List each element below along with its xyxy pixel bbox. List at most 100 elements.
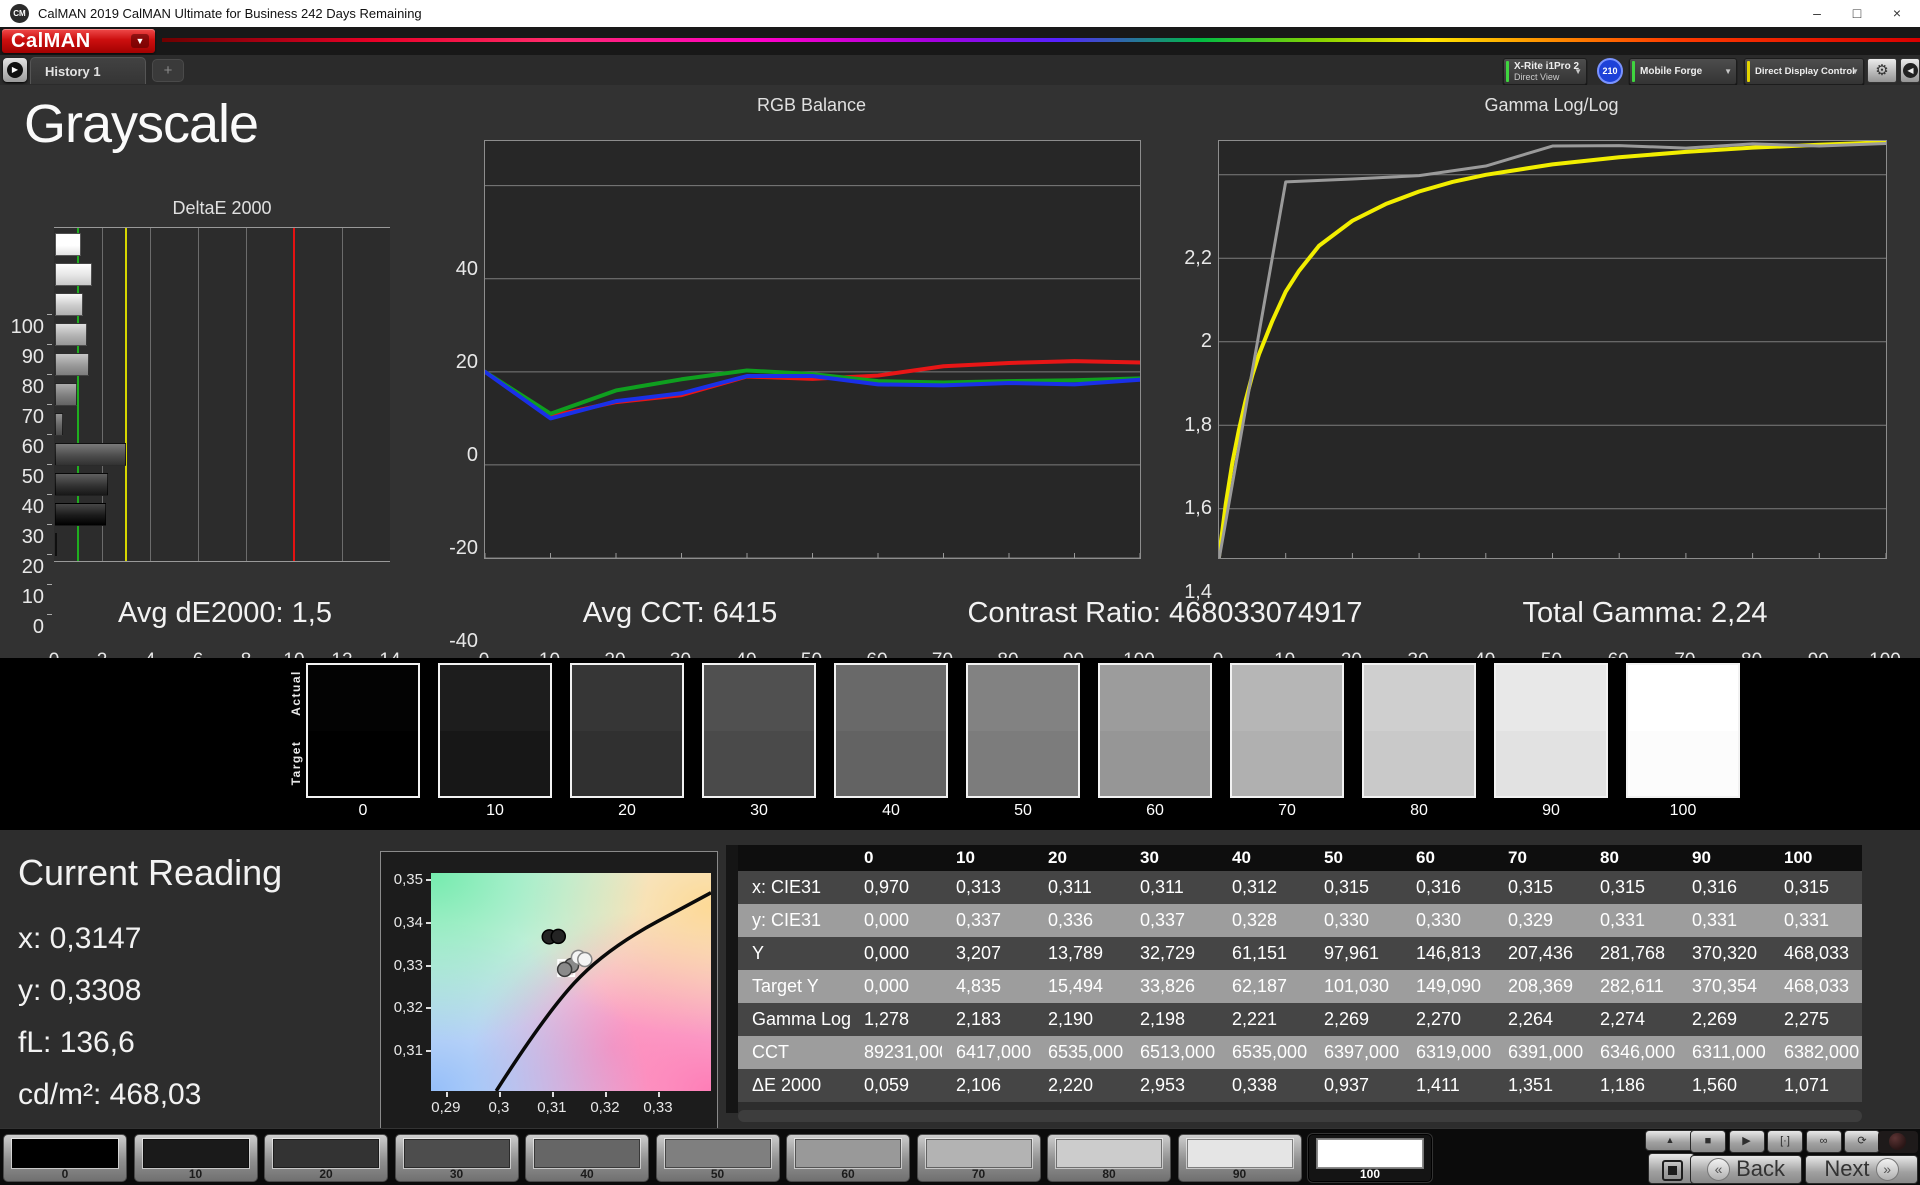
table-cell: 0,315 bbox=[1508, 877, 1554, 897]
cie-x-tick bbox=[498, 1092, 501, 1097]
deltae-chart-title: DeltaE 2000 bbox=[172, 198, 272, 218]
swatch-label-80: 80 bbox=[1410, 802, 1428, 819]
table-cell: 2,198 bbox=[1140, 1009, 1186, 1029]
calman-menu-button[interactable]: CalMAN ▼ bbox=[2, 29, 155, 53]
pattern-button-40[interactable]: 40 bbox=[525, 1134, 649, 1182]
deltae-tick bbox=[47, 434, 52, 435]
display-control-dropdown[interactable]: Direct Display Control ▼ bbox=[1744, 58, 1864, 85]
pattern-button-10[interactable]: 10 bbox=[133, 1134, 258, 1182]
table-row: x: CIE31 0,970 0,313 0,311 0,311 0,312 0,315 0,… bbox=[738, 871, 1862, 904]
minimize-button[interactable]: – bbox=[1800, 0, 1834, 27]
swatch-actual-90 bbox=[1496, 665, 1606, 731]
pattern-button-20[interactable]: 20 bbox=[264, 1134, 388, 1182]
add-tab-button[interactable]: + bbox=[152, 59, 184, 82]
table-row-label: Y bbox=[752, 943, 765, 963]
table-cell: 0,000 bbox=[864, 910, 910, 930]
swatch-0 bbox=[306, 663, 420, 798]
table-row: ΔE 2000 0,059 2,106 2,220 2,953 0,338 0,937 1,4… bbox=[738, 1069, 1862, 1102]
current-reading-title: Current Reading bbox=[18, 852, 283, 893]
table-cell: 149,090 bbox=[1416, 976, 1482, 996]
swatch-label-40: 40 bbox=[882, 802, 900, 819]
pattern-label-70: 70 bbox=[971, 1167, 986, 1181]
tab-history-1[interactable]: History 1 bbox=[30, 57, 146, 84]
table-row: Y 0,000 3,207 13,789 32,729 61,151 97,961 146,8… bbox=[738, 937, 1862, 970]
transport-stop-button[interactable]: ■ bbox=[1690, 1130, 1726, 1153]
deltae-tick bbox=[47, 314, 52, 315]
table-scrollbar[interactable] bbox=[738, 1110, 1862, 1122]
collapse-panel-button[interactable]: ◀ bbox=[1900, 58, 1920, 83]
transport-loop-button[interactable]: [·] bbox=[1767, 1130, 1803, 1153]
close-button[interactable]: × bbox=[1880, 0, 1914, 27]
deltae-bar-30 bbox=[55, 443, 126, 466]
next-button[interactable]: Next » bbox=[1805, 1155, 1918, 1184]
deltae-bar-80 bbox=[55, 293, 84, 316]
stat-avg-de2000: Avg dE2000: 1,5 bbox=[118, 597, 332, 629]
table-cell: 33,826 bbox=[1140, 976, 1196, 996]
table-cell: 6391,000 bbox=[1508, 1042, 1584, 1062]
table-cell: 6535,000 bbox=[1048, 1042, 1124, 1062]
eject-button[interactable]: ▲ bbox=[1645, 1130, 1695, 1151]
swatch-actual-60 bbox=[1100, 665, 1210, 731]
table-cell: 0,315 bbox=[1784, 877, 1830, 897]
pattern-button-50[interactable]: 50 bbox=[655, 1134, 780, 1182]
pattern-button-100[interactable]: 100 bbox=[1308, 1134, 1432, 1182]
table-cell: 0,313 bbox=[956, 877, 1002, 897]
table-cell: 0,330 bbox=[1324, 910, 1370, 930]
table-cell: 0,000 bbox=[864, 976, 910, 996]
table-cell: 89231,000 bbox=[864, 1042, 942, 1062]
grayscale-report-panel: Grayscale DeltaE 2000 100 90 80 70 60 50 40 30 2… bbox=[0, 85, 1920, 671]
y-tick-label: -20 bbox=[449, 536, 478, 559]
meter-status-bar bbox=[1506, 61, 1509, 82]
series-measured bbox=[1219, 142, 1886, 558]
back-button[interactable]: « Back bbox=[1690, 1155, 1802, 1184]
pattern-patch-30 bbox=[403, 1139, 510, 1168]
table-cell: 1,186 bbox=[1600, 1075, 1646, 1095]
deltae-tick-label: 70 bbox=[21, 406, 44, 428]
swatch-target-70 bbox=[1232, 730, 1342, 796]
swatch-label-30: 30 bbox=[750, 802, 768, 819]
window-title: CalMAN 2019 CalMAN Ultimate for Business… bbox=[38, 6, 422, 21]
swatch-20 bbox=[570, 663, 684, 798]
stat-avg-cct: Avg CCT: 6415 bbox=[582, 597, 778, 629]
swatch-strip: Actual Target 0 10 20 30 40 50 60 70 80 90 100 bbox=[0, 658, 1920, 830]
swatch-40 bbox=[834, 663, 948, 798]
table-cell: 6535,000 bbox=[1232, 1042, 1308, 1062]
cie-x-tick bbox=[604, 1092, 607, 1097]
pattern-button-0[interactable]: 0 bbox=[3, 1134, 127, 1182]
pattern-button-80[interactable]: 80 bbox=[1047, 1134, 1171, 1182]
cie-y-tick bbox=[426, 878, 431, 881]
table-header-cell: 90 bbox=[1692, 848, 1711, 867]
table-cell: 2,221 bbox=[1232, 1009, 1278, 1029]
maximize-button[interactable]: □ bbox=[1840, 0, 1874, 27]
workflow-nav-button[interactable]: ▶ bbox=[3, 58, 27, 82]
swatch-actual-40 bbox=[836, 665, 946, 731]
pattern-button-30[interactable]: 30 bbox=[394, 1134, 519, 1182]
transport-continuous-button[interactable]: ∞ bbox=[1805, 1130, 1842, 1153]
table-cell: 62,187 bbox=[1232, 976, 1288, 996]
cie-y-tick bbox=[426, 1050, 431, 1053]
swatch-target-90 bbox=[1496, 730, 1606, 796]
table-cell: 0,328 bbox=[1232, 910, 1278, 930]
pattern-label-60: 60 bbox=[841, 1167, 855, 1181]
pattern-button-70[interactable]: 70 bbox=[916, 1134, 1041, 1182]
pattern-button-90[interactable]: 90 bbox=[1177, 1134, 1302, 1182]
stop-measure-button[interactable] bbox=[1648, 1153, 1695, 1184]
table-cell: 0,315 bbox=[1600, 877, 1646, 897]
table-cell: 32,729 bbox=[1140, 943, 1196, 963]
source-dropdown[interactable]: Mobile Forge ▼ bbox=[1629, 58, 1737, 85]
pattern-button-60[interactable]: 60 bbox=[786, 1134, 910, 1182]
deltae-tick-label: 90 bbox=[21, 346, 44, 368]
swatch-30 bbox=[702, 663, 816, 798]
transport-play-button[interactable]: ▶ bbox=[1728, 1130, 1765, 1153]
transport-refresh-button[interactable]: ⟳ bbox=[1844, 1130, 1880, 1153]
settings-gear-button[interactable]: ⚙ bbox=[1867, 58, 1897, 83]
swatch-actual-0 bbox=[308, 665, 418, 731]
reading-x: x: 0,3147 bbox=[18, 922, 142, 955]
swatch-100 bbox=[1626, 663, 1740, 798]
cie-chart-panel: 0,35 0,34 0,33 0,32 0,31 0,29 0,3 0,31 0,32 0,33 bbox=[380, 851, 718, 1130]
deltae-tick bbox=[47, 554, 52, 555]
y-tick-label: -40 bbox=[449, 630, 478, 652]
table-cell: 2,106 bbox=[956, 1075, 1002, 1095]
meter-dropdown[interactable]: X-Rite i1Pro 2 Direct View ▼ bbox=[1503, 58, 1587, 85]
deltae-bar-10 bbox=[55, 503, 106, 526]
